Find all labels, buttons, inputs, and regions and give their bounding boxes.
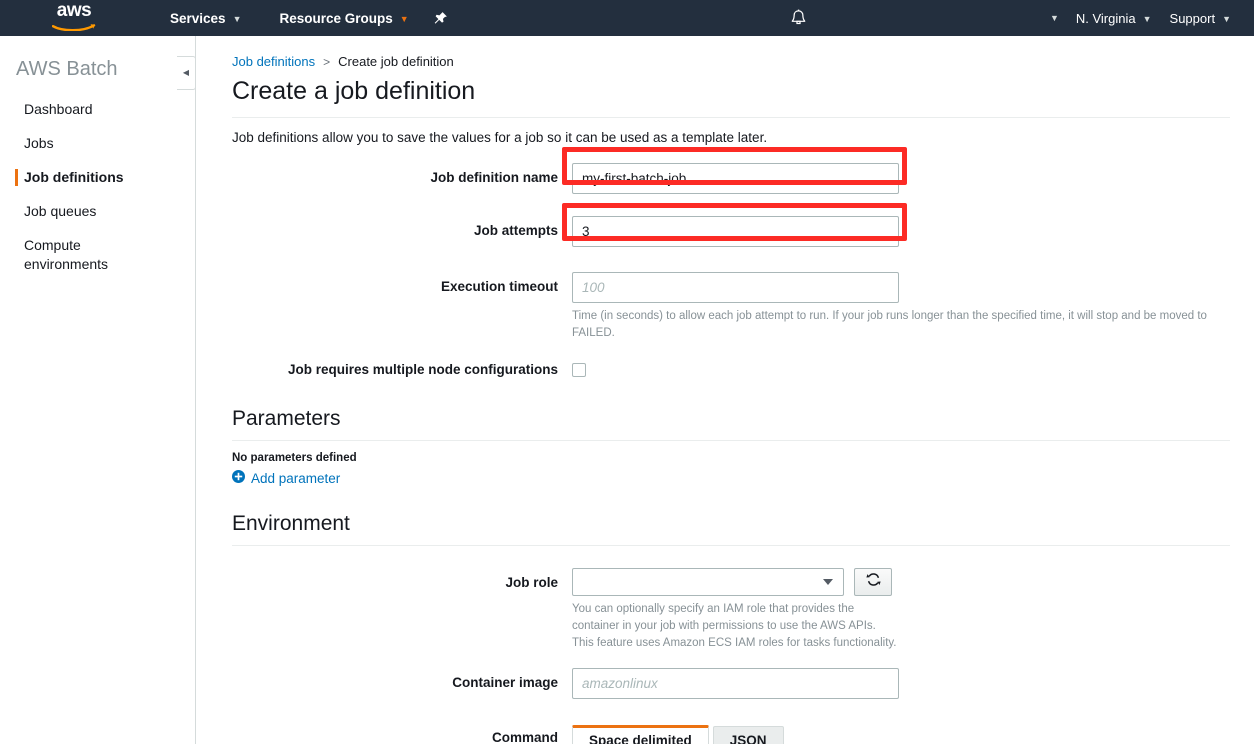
support-label: Support <box>1169 10 1216 26</box>
add-parameter-label: Add parameter <box>251 470 341 486</box>
multi-node-checkbox[interactable] <box>572 363 586 378</box>
job-role-label: Job role <box>505 575 558 591</box>
job-role-select[interactable] <box>572 568 844 597</box>
sidebar-collapse-button[interactable]: ◀ <box>177 56 196 90</box>
page-title: Create a job definition <box>232 77 476 105</box>
tab-label: JSON <box>729 732 767 744</box>
chevron-down-icon <box>823 579 833 586</box>
sidebar-item-label: Compute environments <box>24 236 109 273</box>
sidebar-item-jobs[interactable]: Jobs <box>0 127 195 161</box>
sidebar-item-label: Dashboard <box>24 101 93 117</box>
sidebar-item-label: Jobs <box>24 134 54 151</box>
breadcrumb: Job definitions > Create job definition <box>232 54 1230 69</box>
breadcrumb-link-job-definitions[interactable]: Job definitions <box>232 54 315 69</box>
chevron-down-icon: ▼ <box>232 14 242 24</box>
container-image-label: Container image <box>452 675 558 691</box>
multi-node-label: Job requires multiple node configuration… <box>287 362 558 378</box>
field-row-command: Command Space delimited JSON <box>232 725 1230 744</box>
pushpin-icon[interactable] <box>433 11 448 26</box>
nav-resource-groups-menu[interactable]: Resource Groups ▼ <box>269 0 418 36</box>
region-label: N. Virginia <box>1075 10 1136 26</box>
environment-heading: Environment <box>232 512 350 536</box>
parameters-heading: Parameters <box>232 407 341 431</box>
job-definition-name-input[interactable] <box>572 163 899 194</box>
field-row-job-role: Job role You can optionally specify an I… <box>232 568 1230 651</box>
job-definition-name-label: Job definition name <box>430 170 558 185</box>
container-image-input[interactable] <box>572 668 899 700</box>
sidebar-item-job-definitions[interactable]: Job definitions <box>0 161 195 195</box>
region-selector[interactable]: N. Virginia ▼ <box>1067 0 1161 36</box>
tab-space-delimited[interactable]: Space delimited <box>572 725 709 744</box>
sidebar-item-job-queues[interactable]: Job queues <box>0 195 195 229</box>
job-role-refresh-button[interactable] <box>854 568 892 597</box>
top-nav-right-group: ▼ N. Virginia ▼ Support ▼ <box>1042 0 1254 36</box>
sidebar-title: AWS Batch <box>16 58 118 80</box>
breadcrumb-separator: > <box>323 54 331 69</box>
field-row-multi-node: Job requires multiple node configuration… <box>232 355 1230 385</box>
chevron-down-icon: ▼ <box>1049 13 1059 23</box>
sidebar-item-label: Job queues <box>24 202 97 219</box>
sidebar-item-dashboard[interactable]: Dashboard <box>0 93 195 127</box>
execution-timeout-input[interactable] <box>572 272 899 303</box>
add-parameter-button[interactable]: Add parameter <box>232 470 1230 486</box>
aws-logo[interactable]: aws <box>38 1 110 35</box>
aws-wordmark: aws <box>56 0 92 21</box>
plus-circle-icon <box>232 470 245 486</box>
nav-services-label: Services <box>170 10 226 26</box>
field-row-job-definition-name: Job definition name <box>232 163 1230 194</box>
account-menu[interactable]: ▼ <box>1042 0 1067 36</box>
refresh-icon <box>865 572 881 592</box>
chevron-down-icon: ▼ <box>1222 14 1231 24</box>
chevron-down-icon: ▼ <box>399 14 409 24</box>
tab-json[interactable]: JSON <box>712 726 784 744</box>
job-attempts-input[interactable] <box>572 216 899 247</box>
command-label: Command <box>491 730 558 744</box>
chevron-left-icon: ◀ <box>182 68 190 77</box>
sidebar-item-label: Job definitions <box>24 168 124 185</box>
title-divider <box>232 117 1230 118</box>
execution-timeout-help: Time (in seconds) to allow each job atte… <box>572 310 1207 339</box>
breadcrumb-current: Create job definition <box>338 54 454 69</box>
sidebar-item-compute-environments[interactable]: Compute environments <box>0 229 135 283</box>
main-content: Job definitions > Create job definition … <box>196 36 1254 744</box>
command-tabs: Space delimited JSON <box>572 725 1230 744</box>
nav-services-menu[interactable]: Services ▼ <box>160 0 251 36</box>
aws-smile-icon <box>51 19 96 35</box>
execution-timeout-label: Execution timeout <box>440 279 558 294</box>
page-description: Job definitions allow you to save the va… <box>232 130 768 145</box>
nav-resource-groups-label: Resource Groups <box>279 10 393 26</box>
parameters-divider <box>232 440 1230 442</box>
no-parameters-text: No parameters defined <box>232 452 357 465</box>
environment-divider <box>232 545 1230 547</box>
job-role-help: You can optionally specify an IAM role t… <box>572 603 897 649</box>
job-attempts-label: Job attempts <box>473 223 558 238</box>
tab-label: Space delimited <box>589 733 692 744</box>
chevron-down-icon: ▼ <box>1142 14 1152 24</box>
field-row-execution-timeout: Execution timeout Time (in seconds) to a… <box>232 272 1230 341</box>
support-menu[interactable]: Support ▼ <box>1161 0 1240 36</box>
top-navigation-bar: aws Services ▼ Resource Groups ▼ ▼ N. Vi… <box>0 0 1254 36</box>
field-row-container-image: Container image <box>232 668 1230 700</box>
field-row-job-attempts: Job attempts <box>232 216 1230 247</box>
sidebar-navigation: AWS Batch Dashboard Jobs Job definitions… <box>0 36 196 744</box>
notifications-button[interactable] <box>790 0 807 36</box>
